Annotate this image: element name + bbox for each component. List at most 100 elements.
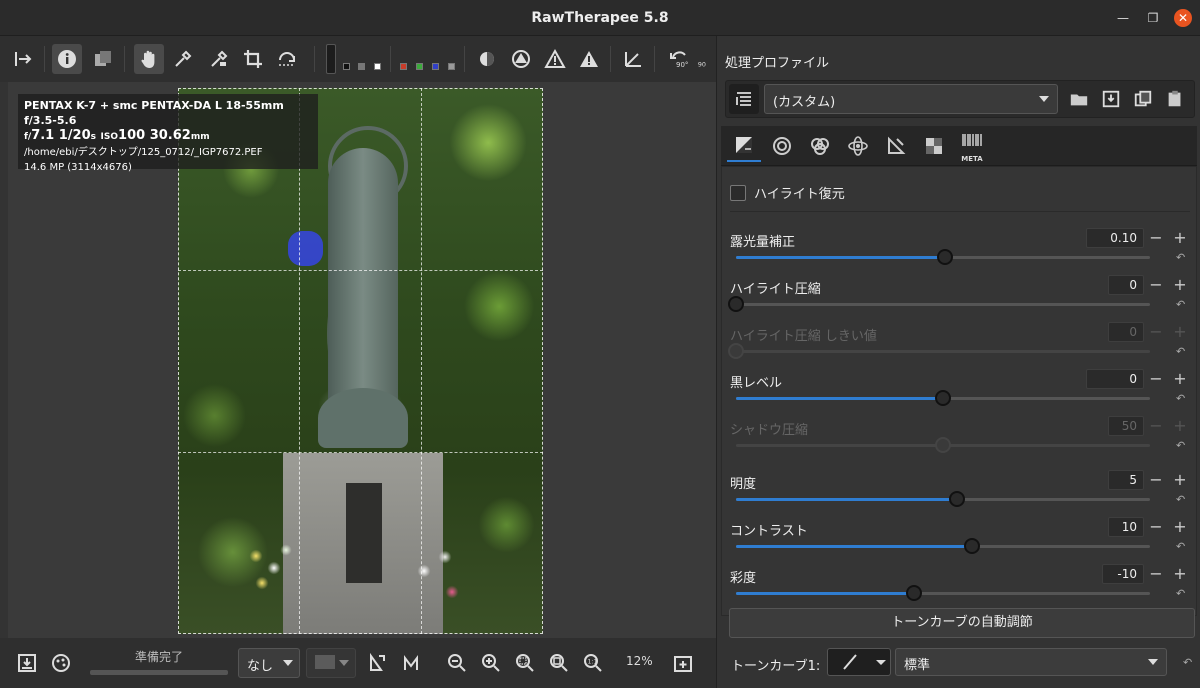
- color-picker-icon[interactable]: [168, 44, 198, 74]
- save-image-icon[interactable]: [14, 650, 40, 676]
- color-profile-combo[interactable]: [306, 648, 356, 678]
- red-channel-icon[interactable]: [400, 63, 407, 70]
- tab-detail[interactable]: [765, 130, 799, 162]
- paste-profile-icon[interactable]: [1162, 86, 1188, 112]
- shadow-clipping-warning-icon[interactable]: [574, 44, 604, 74]
- open-profile-icon[interactable]: [1066, 86, 1092, 112]
- saturation-decrement[interactable]: −: [1146, 565, 1166, 585]
- soft-proofing-icon[interactable]: [364, 650, 390, 676]
- copy-profile-icon[interactable]: [1130, 86, 1156, 112]
- background-white-icon[interactable]: [374, 63, 381, 70]
- reset-icon[interactable]: ↶: [1176, 252, 1188, 263]
- shadow-compression-value[interactable]: 50: [1108, 416, 1144, 436]
- reset-icon[interactable]: ↶: [1176, 299, 1188, 310]
- image-viewer[interactable]: PENTAX K-7 + smc PENTAX-DA L 18-55mm f/3…: [8, 82, 716, 638]
- info-icon[interactable]: [52, 44, 82, 74]
- rotate-left-icon[interactable]: 90°: [664, 44, 694, 74]
- reset-icon[interactable]: ↶: [1176, 494, 1188, 505]
- shadow-compression-knob[interactable]: [935, 437, 951, 453]
- exposure-compensation-value[interactable]: 0.10: [1086, 228, 1144, 248]
- hide-panel-icon[interactable]: [8, 44, 38, 74]
- exposure-compensation-decrement[interactable]: −: [1146, 229, 1166, 249]
- tone-curve-mode-select[interactable]: 標準: [895, 648, 1167, 676]
- lightness-track[interactable]: [736, 491, 1150, 507]
- hand-tool-icon[interactable]: [134, 44, 164, 74]
- new-detail-window-icon[interactable]: [670, 650, 696, 676]
- blue-channel-icon[interactable]: [432, 63, 439, 70]
- contrast-knob[interactable]: [963, 538, 980, 554]
- black-level-value[interactable]: 0: [1086, 369, 1144, 389]
- focus-mask-icon[interactable]: [472, 44, 502, 74]
- lightness-knob[interactable]: [949, 491, 966, 507]
- background-gray-icon[interactable]: [358, 63, 365, 70]
- preview-background-switch[interactable]: [326, 44, 336, 74]
- zoom-out-icon[interactable]: [444, 650, 470, 676]
- rotate-right-icon[interactable]: 90: [696, 44, 716, 74]
- highlight-recovery-row[interactable]: ハイライト復元: [730, 183, 845, 202]
- shadow-clipping-icon[interactable]: [506, 44, 536, 74]
- curve-type-button[interactable]: [827, 648, 891, 676]
- exposure-compensation-knob[interactable]: [937, 249, 954, 265]
- zoom-fit-crop-icon[interactable]: [546, 650, 572, 676]
- shadow-compression-track[interactable]: [736, 437, 1150, 453]
- edit-external-icon[interactable]: [48, 650, 74, 676]
- highlight-compression-track[interactable]: [728, 296, 1150, 312]
- snapshot-combo[interactable]: なし: [238, 648, 300, 678]
- reset-icon[interactable]: ↶: [1183, 657, 1195, 668]
- contrast-track[interactable]: [736, 538, 1150, 554]
- contrast-increment[interactable]: +: [1170, 518, 1190, 538]
- zoom-100-icon[interactable]: 1:1: [580, 650, 606, 676]
- highlight-compression-threshold-track[interactable]: [728, 343, 1150, 359]
- lightness-value[interactable]: 5: [1108, 470, 1144, 490]
- profile-list-icon[interactable]: [729, 84, 759, 114]
- auto-tone-curve-button[interactable]: トーンカーブの自動調節: [729, 608, 1195, 638]
- straighten-icon[interactable]: [272, 44, 302, 74]
- tab-exposure[interactable]: [727, 130, 761, 162]
- lightness-increment[interactable]: +: [1170, 471, 1190, 491]
- black-level-decrement[interactable]: −: [1146, 370, 1166, 390]
- exposure-compensation-track[interactable]: [736, 249, 1150, 265]
- black-level-increment[interactable]: +: [1170, 370, 1190, 390]
- highlight-compression-threshold-knob[interactable]: [728, 343, 744, 359]
- black-level-knob[interactable]: [935, 390, 951, 406]
- saturation-increment[interactable]: +: [1170, 565, 1190, 585]
- black-level-track[interactable]: [736, 390, 1150, 406]
- highlight-compression-knob[interactable]: [728, 296, 744, 312]
- crop-icon[interactable]: [238, 44, 268, 74]
- highlight-compression-increment[interactable]: +: [1170, 276, 1190, 296]
- highlight-compression-threshold-decrement[interactable]: −: [1146, 323, 1166, 343]
- shadow-compression-decrement[interactable]: −: [1146, 417, 1166, 437]
- close-button[interactable]: ✕: [1174, 9, 1192, 27]
- shadow-compression-increment[interactable]: +: [1170, 417, 1190, 437]
- reset-icon[interactable]: ↶: [1176, 588, 1188, 599]
- highlight-compression-value[interactable]: 0: [1108, 275, 1144, 295]
- luminance-channel-icon[interactable]: [448, 63, 455, 70]
- tab-metadata[interactable]: META: [955, 130, 989, 163]
- save-profile-icon[interactable]: [1098, 86, 1124, 112]
- processing-profile-select[interactable]: (カスタム): [764, 84, 1058, 114]
- highlight-recovery-checkbox[interactable]: [730, 184, 746, 201]
- saturation-value[interactable]: -10: [1102, 564, 1144, 584]
- reset-icon[interactable]: ↶: [1176, 393, 1188, 404]
- reset-icon[interactable]: ↶: [1176, 346, 1188, 357]
- lightness-decrement[interactable]: −: [1146, 471, 1166, 491]
- tab-advanced[interactable]: [841, 130, 875, 162]
- highlight-compression-threshold-value[interactable]: 0: [1108, 322, 1144, 342]
- gamut-check-icon[interactable]: [398, 650, 424, 676]
- highlight-clipping-warning-icon[interactable]: [540, 44, 570, 74]
- zoom-fit-icon[interactable]: [512, 650, 538, 676]
- green-channel-icon[interactable]: [416, 63, 423, 70]
- lens-correction-icon[interactable]: [618, 44, 648, 74]
- minimize-button[interactable]: —: [1114, 9, 1132, 27]
- exposure-compensation-increment[interactable]: +: [1170, 229, 1190, 249]
- zoom-in-icon[interactable]: [478, 650, 504, 676]
- tab-transform[interactable]: [879, 130, 913, 162]
- reset-icon[interactable]: ↶: [1176, 541, 1188, 552]
- before-after-icon[interactable]: [88, 44, 118, 74]
- saturation-knob[interactable]: [906, 585, 923, 601]
- highlight-compression-threshold-increment[interactable]: +: [1170, 323, 1190, 343]
- saturation-track[interactable]: [736, 585, 1150, 601]
- reset-icon[interactable]: ↶: [1176, 440, 1188, 451]
- maximize-button[interactable]: ❐: [1144, 9, 1162, 27]
- contrast-decrement[interactable]: −: [1146, 518, 1166, 538]
